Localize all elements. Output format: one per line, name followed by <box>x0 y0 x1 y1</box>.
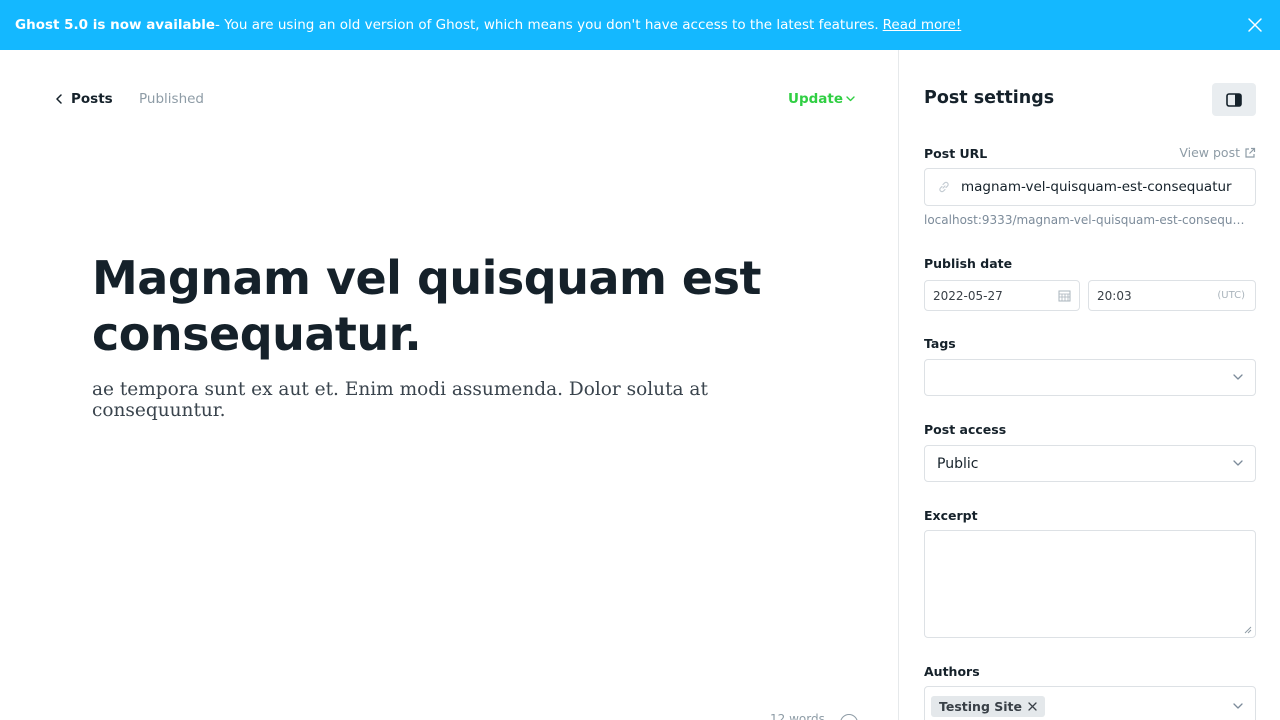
publish-date-value: 2022-05-27 <box>933 288 1003 303</box>
author-name: Testing Site <box>939 698 1022 714</box>
update-button[interactable]: Update <box>788 91 855 107</box>
excerpt-textarea[interactable] <box>924 530 1256 638</box>
author-chip: Testing Site <box>931 695 1045 717</box>
post-status: Published <box>139 91 204 107</box>
chevron-down-icon <box>1233 374 1243 380</box>
word-count: 12 words <box>770 712 825 720</box>
timezone-label: (UTC) <box>1217 290 1245 301</box>
back-label: Posts <box>71 91 113 107</box>
post-full-url: localhost:9333/magnam-vel-quisquam-est-c… <box>924 213 1249 227</box>
tags-label: Tags <box>924 336 956 351</box>
chevron-down-icon <box>1233 703 1243 709</box>
publish-time-input[interactable]: 20:03 (UTC) <box>1088 280 1256 311</box>
update-banner: Ghost 5.0 is now available - You are usi… <box>0 0 1280 50</box>
publish-date-input[interactable]: 2022-05-27 <box>924 280 1080 311</box>
publish-time-value: 20:03 <box>1097 288 1132 303</box>
post-title[interactable]: Magnam vel quisquam est consequatur. <box>92 250 772 362</box>
post-settings-panel: Post settings Post URL View post magnam-… <box>900 50 1280 720</box>
post-body[interactable]: ae tempora sunt ex aut et. Enim modi ass… <box>92 379 832 421</box>
sidebar-icon <box>1226 92 1242 107</box>
back-to-posts-link[interactable]: Posts <box>55 91 113 107</box>
link-icon <box>939 181 949 193</box>
post-editor: Posts Published Update Magnam vel quisqu… <box>0 50 899 720</box>
post-url-input[interactable]: magnam-vel-quisquam-est-consequatur <box>924 168 1256 206</box>
view-post-label: View post <box>1179 145 1240 160</box>
tags-select[interactable] <box>924 359 1256 396</box>
external-link-icon <box>1245 147 1256 158</box>
excerpt-label: Excerpt <box>924 508 978 523</box>
chevron-down-icon <box>1233 460 1243 466</box>
panel-title: Post settings <box>924 88 1055 108</box>
settings-panel-toggle-button[interactable] <box>1212 83 1256 116</box>
chevron-left-icon <box>56 94 62 104</box>
post-access-label: Post access <box>924 422 1007 437</box>
banner-read-more-link[interactable]: Read more! <box>883 17 962 33</box>
authors-select[interactable]: Testing Site <box>924 686 1256 720</box>
chevron-down-icon <box>846 96 855 102</box>
banner-message: - You are using an old version of Ghost,… <box>215 17 879 33</box>
help-icon[interactable] <box>840 714 858 720</box>
post-url-value: magnam-vel-quisquam-est-consequatur <box>961 179 1232 195</box>
post-access-select[interactable]: Public <box>924 445 1256 482</box>
banner-headline: Ghost 5.0 is now available <box>15 17 216 33</box>
update-label: Update <box>788 91 844 107</box>
publish-date-label: Publish date <box>924 256 1013 271</box>
post-url-label: Post URL <box>924 146 988 161</box>
post-access-value: Public <box>937 455 979 472</box>
close-icon[interactable] <box>1246 16 1264 34</box>
view-post-link[interactable]: View post <box>1179 145 1256 160</box>
authors-label: Authors <box>924 664 980 679</box>
remove-author-icon[interactable] <box>1028 701 1037 711</box>
calendar-icon[interactable] <box>1058 289 1071 302</box>
resize-handle-icon[interactable] <box>1244 626 1252 634</box>
